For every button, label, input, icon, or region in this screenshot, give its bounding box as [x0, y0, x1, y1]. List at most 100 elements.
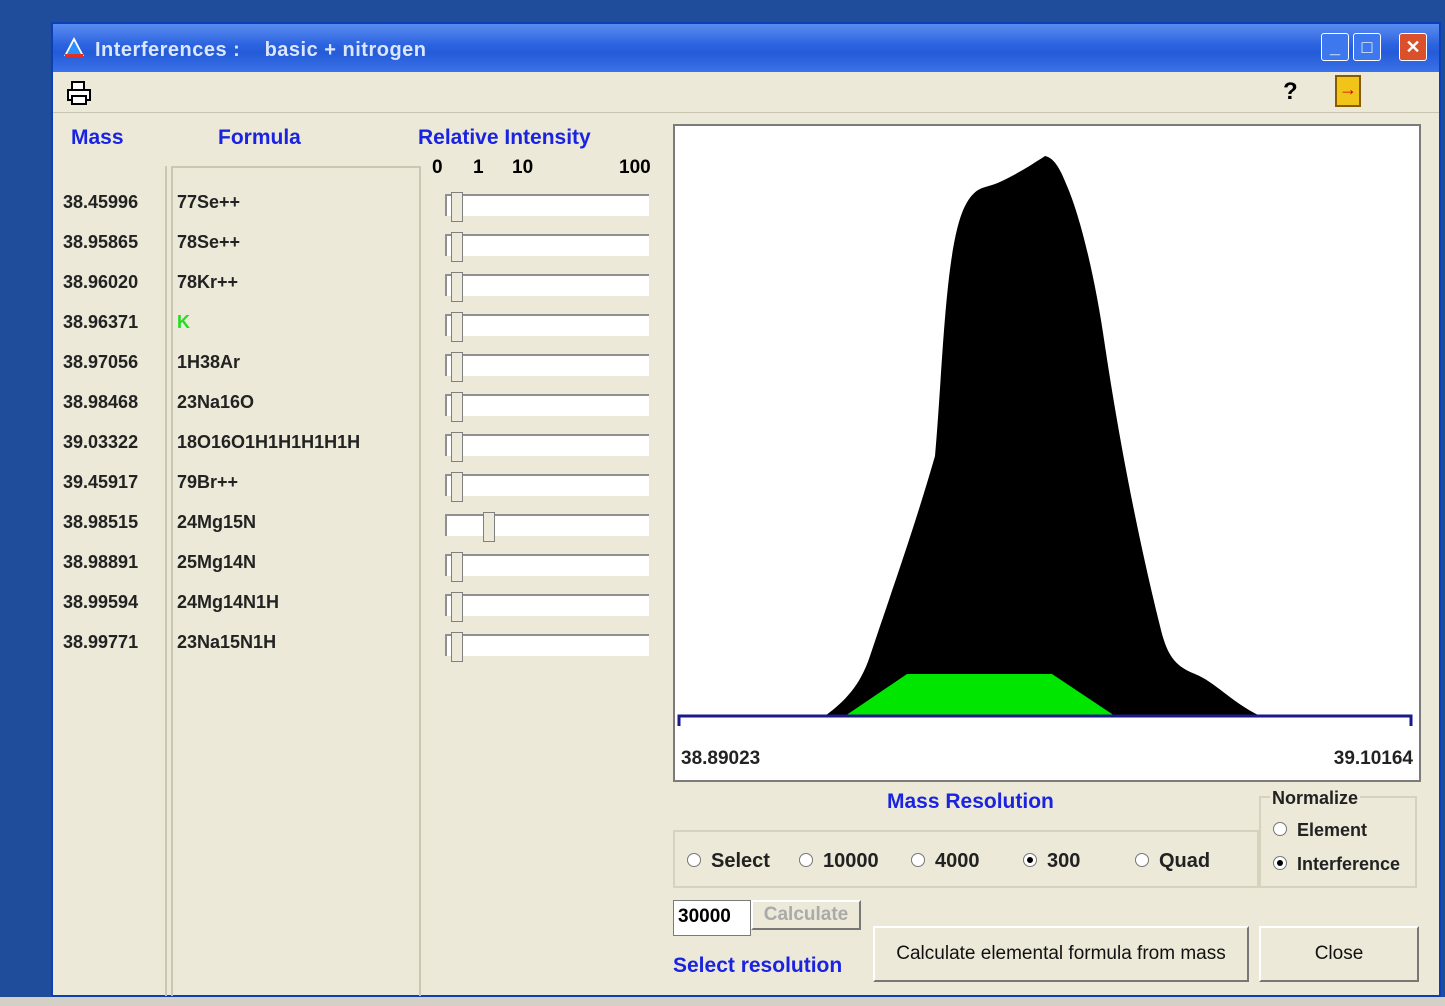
interference-row: 38.99594 24Mg14N1H — [53, 592, 653, 632]
total-peak-shape — [825, 156, 1260, 716]
maximize-button[interactable]: □ — [1353, 33, 1381, 61]
x-axis — [677, 714, 1413, 726]
intensity-slider[interactable] — [445, 512, 649, 542]
interference-row: 38.98515 24Mg15N — [53, 512, 653, 552]
title-bar[interactable]: Interferences : basic + nitrogen _ □ ✕ — [53, 24, 1439, 72]
interference-row: 38.45996 77Se++ — [53, 192, 653, 232]
slider-thumb[interactable] — [451, 352, 463, 382]
intensity-slider[interactable] — [445, 592, 649, 622]
intensity-slider[interactable] — [445, 392, 649, 422]
interference-row: 38.99771 23Na15N1H — [53, 632, 653, 672]
slider-thumb[interactable] — [451, 232, 463, 262]
radio-dot-icon — [1273, 822, 1287, 837]
slider-thumb[interactable] — [451, 632, 463, 662]
row-formula: 77Se++ — [177, 192, 241, 212]
row-mass: 38.97056 — [63, 352, 139, 372]
slider-thumb[interactable] — [451, 472, 463, 502]
row-formula: 79Br++ — [177, 472, 239, 492]
interference-row: 39.45917 79Br++ — [53, 472, 653, 512]
row-mass: 38.98515 — [63, 512, 139, 532]
row-formula: 25Mg14N — [177, 552, 257, 572]
row-formula: 78Kr++ — [177, 272, 239, 292]
intensity-slider[interactable] — [445, 552, 649, 582]
slider-thumb[interactable] — [451, 272, 463, 302]
row-formula: 23Na15N1H — [177, 632, 277, 652]
resolution-option-quad[interactable]: Quad — [1135, 850, 1210, 873]
window-title: Interferences : basic + nitrogen — [95, 39, 427, 61]
x-axis-min-label: 38.89023 — [681, 748, 761, 769]
toolbar: ? — [53, 72, 1439, 113]
intensity-slider[interactable] — [445, 272, 649, 302]
intensity-header: Relative Intensity — [418, 126, 591, 149]
app-logo-icon — [64, 37, 84, 57]
slider-thumb[interactable] — [451, 552, 463, 582]
slider-thumb[interactable] — [451, 192, 463, 222]
row-formula: K — [177, 312, 190, 332]
minimize-button[interactable]: _ — [1321, 33, 1349, 61]
interference-row: 38.96371 K — [53, 312, 653, 352]
mass-resolution-title: Mass Resolution — [887, 790, 1054, 813]
close-window-button[interactable]: ✕ — [1399, 33, 1427, 61]
interference-row: 38.96020 78Kr++ — [53, 272, 653, 312]
intensity-slider[interactable] — [445, 472, 649, 502]
resolution-option-4000[interactable]: 4000 — [911, 850, 980, 873]
row-mass: 38.98891 — [63, 552, 139, 572]
resolution-option-300[interactable]: 300 — [1023, 850, 1080, 873]
resolution-input[interactable]: 30000 — [673, 900, 751, 936]
mass-header: Mass — [71, 126, 124, 149]
close-button[interactable]: Close — [1259, 926, 1419, 982]
intensity-slider[interactable] — [445, 632, 649, 662]
printer-icon[interactable] — [65, 80, 93, 106]
row-mass: 38.98468 — [63, 392, 139, 412]
select-resolution-label: Select resolution — [673, 954, 843, 977]
row-formula: 18O16O1H1H1H1H1H — [177, 432, 361, 452]
row-formula: 24Mg15N — [177, 512, 257, 532]
intensity-slider[interactable] — [445, 232, 649, 262]
radio-dot-icon — [1273, 856, 1287, 871]
mass-resolution-group: Select 10000 4000 300 Quad — [673, 830, 1259, 888]
interference-row: 38.95865 78Se++ — [53, 232, 653, 272]
normalize-group: Element Interference — [1259, 796, 1417, 888]
normalize-option-interference[interactable]: Interference — [1273, 854, 1400, 875]
taskbar — [0, 997, 1445, 1006]
scale-label-0: 0 — [432, 157, 443, 178]
radio-dot-icon — [1023, 852, 1037, 867]
intensity-slider[interactable] — [445, 312, 649, 342]
row-mass: 38.99771 — [63, 632, 139, 652]
row-mass: 39.45917 — [63, 472, 139, 492]
exit-door-icon[interactable] — [1335, 75, 1361, 107]
column-divider — [171, 166, 421, 168]
row-mass: 38.96020 — [63, 272, 139, 292]
intensity-slider[interactable] — [445, 352, 649, 382]
interference-row: 39.03322 18O16O1H1H1H1H1H — [53, 432, 653, 472]
intensity-slider[interactable] — [445, 192, 649, 222]
scale-label-1: 1 — [473, 157, 484, 178]
radio-dot-icon — [687, 852, 701, 867]
radio-dot-icon — [1135, 852, 1149, 867]
row-formula: 78Se++ — [177, 232, 241, 252]
radio-dot-icon — [799, 852, 813, 867]
slider-thumb[interactable] — [451, 592, 463, 622]
intensity-slider[interactable] — [445, 432, 649, 462]
x-axis-max-label: 39.10164 — [1333, 748, 1413, 769]
peak-plot: 38.89023 39.10164 — [673, 124, 1421, 782]
row-formula: 1H38Ar — [177, 352, 241, 372]
slider-thumb[interactable] — [451, 432, 463, 462]
slider-thumb[interactable] — [451, 392, 463, 422]
row-mass: 39.03322 — [63, 432, 139, 452]
formula-from-mass-button[interactable]: Calculate elemental formula from mass — [873, 926, 1249, 982]
interference-row: 38.97056 1H38Ar — [53, 352, 653, 392]
normalize-title: Normalize — [1270, 788, 1361, 809]
scale-label-100: 100 — [619, 157, 651, 178]
calculate-button[interactable]: Calculate — [751, 900, 861, 930]
help-icon[interactable]: ? — [1283, 78, 1298, 106]
interference-row: 38.98891 25Mg14N — [53, 552, 653, 592]
interferences-window: Interferences : basic + nitrogen _ □ ✕ ?… — [51, 22, 1441, 997]
resolution-option-10000[interactable]: 10000 — [799, 850, 879, 873]
interference-row: 38.98468 23Na16O — [53, 392, 653, 432]
slider-thumb[interactable] — [451, 312, 463, 342]
normalize-option-element[interactable]: Element — [1273, 820, 1367, 841]
scale-label-10: 10 — [512, 157, 534, 178]
resolution-option-select[interactable]: Select — [687, 850, 770, 873]
slider-thumb[interactable] — [483, 512, 495, 542]
